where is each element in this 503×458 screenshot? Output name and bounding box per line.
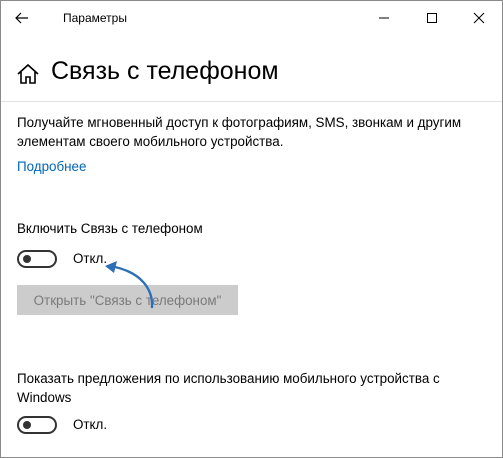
page-header: Связь с телефоном bbox=[1, 53, 502, 97]
phone-link-toggle[interactable] bbox=[17, 250, 57, 268]
toggle-knob bbox=[23, 255, 31, 263]
maximize-icon bbox=[427, 13, 437, 23]
toggle-knob bbox=[23, 421, 31, 429]
suggestions-toggle-label: Показать предложения по использованию мо… bbox=[17, 371, 440, 405]
close-button[interactable] bbox=[456, 1, 502, 35]
window-title: Параметры bbox=[63, 11, 127, 25]
page-title: Связь с телефоном bbox=[51, 57, 279, 85]
maximize-button[interactable] bbox=[409, 1, 455, 35]
suggestions-toggle-state: Откл. bbox=[73, 417, 108, 432]
settings-window: Параметры Связь с телефоном Получайте мг… bbox=[0, 0, 503, 458]
title-bar: Параметры bbox=[1, 1, 502, 35]
suggestions-toggle[interactable] bbox=[17, 416, 57, 434]
home-icon[interactable] bbox=[15, 61, 41, 87]
page-description: Получайте мгновенный доступ к фотография… bbox=[17, 115, 462, 149]
back-arrow-icon bbox=[15, 12, 28, 24]
learn-more-link[interactable]: Подробнее bbox=[17, 159, 86, 174]
phone-link-toggle-label: Включить Связь с телефоном bbox=[17, 221, 203, 236]
phone-link-toggle-state: Откл. bbox=[73, 251, 108, 266]
open-phone-link-button[interactable]: Открыть "Связь с телефоном" bbox=[17, 285, 238, 315]
header-divider bbox=[1, 101, 502, 102]
back-button[interactable] bbox=[5, 4, 39, 32]
minimize-button[interactable] bbox=[361, 1, 407, 35]
close-icon bbox=[473, 12, 485, 24]
minimize-icon bbox=[379, 17, 389, 19]
